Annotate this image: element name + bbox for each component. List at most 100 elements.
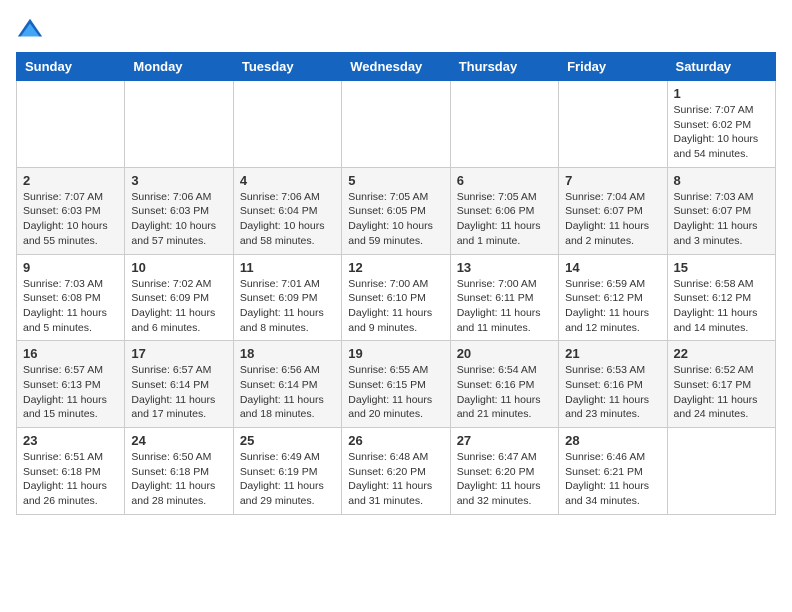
calendar-cell: 23 Sunrise: 6:51 AM Sunset: 6:18 PM Dayli… [17, 428, 125, 515]
day-info: Sunrise: 7:00 AM Sunset: 6:10 PM Dayligh… [348, 277, 443, 336]
day-info: Sunrise: 7:03 AM Sunset: 6:07 PM Dayligh… [674, 190, 769, 249]
day-info: Sunrise: 7:05 AM Sunset: 6:05 PM Dayligh… [348, 190, 443, 249]
day-number: 11 [240, 260, 335, 275]
calendar-cell: 22Sunrise: 6:52 AM Sunset: 6:17 PM Dayli… [667, 341, 775, 428]
day-info: Sunrise: 6:52 AM Sunset: 6:17 PM Dayligh… [674, 363, 769, 422]
day-info: Sunrise: 7:04 AM Sunset: 6:07 PM Dayligh… [565, 190, 660, 249]
calendar-cell [233, 81, 341, 168]
calendar-cell: 18 Sunrise: 6:56 AM Sunset: 6:14 PM Dayli… [233, 341, 341, 428]
day-number: 8 [674, 173, 769, 188]
calendar-cell: 13 Sunrise: 7:00 AM Sunset: 6:11 PM Dayli… [450, 254, 558, 341]
calendar-header-row: SundayMondayTuesdayWednesdayThursdayFrid… [17, 53, 776, 81]
weekday-header-thursday: Thursday [450, 53, 558, 81]
calendar-cell: 5 Sunrise: 7:05 AM Sunset: 6:05 PM Daylig… [342, 167, 450, 254]
calendar-cell [450, 81, 558, 168]
weekday-header-monday: Monday [125, 53, 233, 81]
calendar-cell: 10 Sunrise: 7:02 AM Sunset: 6:09 PM Dayli… [125, 254, 233, 341]
calendar-cell: 21 Sunrise: 6:53 AM Sunset: 6:16 PM Dayli… [559, 341, 667, 428]
calendar-cell: 14 Sunrise: 6:59 AM Sunset: 6:12 PM Dayli… [559, 254, 667, 341]
calendar-week-3: 9 Sunrise: 7:03 AM Sunset: 6:08 PM Daylig… [17, 254, 776, 341]
day-number: 19 [348, 346, 443, 361]
logo-icon [16, 16, 44, 44]
day-number: 20 [457, 346, 552, 361]
day-info: Sunrise: 6:56 AM Sunset: 6:14 PM Dayligh… [240, 363, 335, 422]
calendar-cell: 26 Sunrise: 6:48 AM Sunset: 6:20 PM Dayli… [342, 428, 450, 515]
day-info: Sunrise: 6:55 AM Sunset: 6:15 PM Dayligh… [348, 363, 443, 422]
day-info: Sunrise: 6:50 AM Sunset: 6:18 PM Dayligh… [131, 450, 226, 509]
day-info: Sunrise: 6:54 AM Sunset: 6:16 PM Dayligh… [457, 363, 552, 422]
calendar-week-4: 16 Sunrise: 6:57 AM Sunset: 6:13 PM Dayli… [17, 341, 776, 428]
day-number: 27 [457, 433, 552, 448]
day-number: 12 [348, 260, 443, 275]
calendar-cell: 15 Sunrise: 6:58 AM Sunset: 6:12 PM Dayli… [667, 254, 775, 341]
day-number: 15 [674, 260, 769, 275]
day-number: 23 [23, 433, 118, 448]
day-info: Sunrise: 6:51 AM Sunset: 6:18 PM Dayligh… [23, 450, 118, 509]
day-number: 10 [131, 260, 226, 275]
day-info: Sunrise: 6:47 AM Sunset: 6:20 PM Dayligh… [457, 450, 552, 509]
day-info: Sunrise: 6:46 AM Sunset: 6:21 PM Dayligh… [565, 450, 660, 509]
calendar-cell [17, 81, 125, 168]
calendar-cell: 11 Sunrise: 7:01 AM Sunset: 6:09 PM Dayli… [233, 254, 341, 341]
calendar-cell: 17Sunrise: 6:57 AM Sunset: 6:14 PM Dayli… [125, 341, 233, 428]
day-info: Sunrise: 6:57 AM Sunset: 6:13 PM Dayligh… [23, 363, 118, 422]
weekday-header-sunday: Sunday [17, 53, 125, 81]
day-info: Sunrise: 7:07 AM Sunset: 6:02 PM Dayligh… [674, 103, 769, 162]
day-info: Sunrise: 6:53 AM Sunset: 6:16 PM Dayligh… [565, 363, 660, 422]
day-info: Sunrise: 6:58 AM Sunset: 6:12 PM Dayligh… [674, 277, 769, 336]
day-number: 5 [348, 173, 443, 188]
calendar-cell: 8 Sunrise: 7:03 AM Sunset: 6:07 PM Daylig… [667, 167, 775, 254]
day-number: 9 [23, 260, 118, 275]
day-info: Sunrise: 7:06 AM Sunset: 6:03 PM Dayligh… [131, 190, 226, 249]
logo [16, 16, 48, 44]
calendar-cell: 19 Sunrise: 6:55 AM Sunset: 6:15 PM Dayli… [342, 341, 450, 428]
weekday-header-friday: Friday [559, 53, 667, 81]
calendar-cell: 16 Sunrise: 6:57 AM Sunset: 6:13 PM Dayli… [17, 341, 125, 428]
day-info: Sunrise: 6:59 AM Sunset: 6:12 PM Dayligh… [565, 277, 660, 336]
day-info: Sunrise: 7:01 AM Sunset: 6:09 PM Dayligh… [240, 277, 335, 336]
day-info: Sunrise: 6:48 AM Sunset: 6:20 PM Dayligh… [348, 450, 443, 509]
day-number: 6 [457, 173, 552, 188]
calendar-cell: 20 Sunrise: 6:54 AM Sunset: 6:16 PM Dayli… [450, 341, 558, 428]
weekday-header-tuesday: Tuesday [233, 53, 341, 81]
weekday-header-wednesday: Wednesday [342, 53, 450, 81]
calendar-cell: 1 Sunrise: 7:07 AM Sunset: 6:02 PM Daylig… [667, 81, 775, 168]
day-info: Sunrise: 7:07 AM Sunset: 6:03 PM Dayligh… [23, 190, 118, 249]
calendar-cell: 2 Sunrise: 7:07 AM Sunset: 6:03 PM Daylig… [17, 167, 125, 254]
day-number: 4 [240, 173, 335, 188]
day-number: 7 [565, 173, 660, 188]
day-number: 2 [23, 173, 118, 188]
day-number: 21 [565, 346, 660, 361]
calendar-cell [667, 428, 775, 515]
calendar-cell [559, 81, 667, 168]
calendar-week-2: 2 Sunrise: 7:07 AM Sunset: 6:03 PM Daylig… [17, 167, 776, 254]
calendar-cell: 12 Sunrise: 7:00 AM Sunset: 6:10 PM Dayli… [342, 254, 450, 341]
day-number: 14 [565, 260, 660, 275]
day-info: Sunrise: 7:06 AM Sunset: 6:04 PM Dayligh… [240, 190, 335, 249]
weekday-header-saturday: Saturday [667, 53, 775, 81]
calendar-cell: 7 Sunrise: 7:04 AM Sunset: 6:07 PM Daylig… [559, 167, 667, 254]
day-number: 13 [457, 260, 552, 275]
day-number: 28 [565, 433, 660, 448]
day-number: 1 [674, 86, 769, 101]
day-number: 16 [23, 346, 118, 361]
calendar-cell: 24 Sunrise: 6:50 AM Sunset: 6:18 PM Dayli… [125, 428, 233, 515]
calendar-table: SundayMondayTuesdayWednesdayThursdayFrid… [16, 52, 776, 515]
day-info: Sunrise: 7:02 AM Sunset: 6:09 PM Dayligh… [131, 277, 226, 336]
day-info: Sunrise: 7:05 AM Sunset: 6:06 PM Dayligh… [457, 190, 552, 249]
day-info: Sunrise: 7:00 AM Sunset: 6:11 PM Dayligh… [457, 277, 552, 336]
calendar-cell [342, 81, 450, 168]
calendar-cell: 25 Sunrise: 6:49 AM Sunset: 6:19 PM Dayli… [233, 428, 341, 515]
calendar-cell: 27 Sunrise: 6:47 AM Sunset: 6:20 PM Dayli… [450, 428, 558, 515]
day-number: 24 [131, 433, 226, 448]
day-info: Sunrise: 6:49 AM Sunset: 6:19 PM Dayligh… [240, 450, 335, 509]
calendar-cell: 6 Sunrise: 7:05 AM Sunset: 6:06 PM Daylig… [450, 167, 558, 254]
calendar-week-5: 23 Sunrise: 6:51 AM Sunset: 6:18 PM Dayli… [17, 428, 776, 515]
day-info: Sunrise: 7:03 AM Sunset: 6:08 PM Dayligh… [23, 277, 118, 336]
calendar-cell: 9 Sunrise: 7:03 AM Sunset: 6:08 PM Daylig… [17, 254, 125, 341]
day-number: 18 [240, 346, 335, 361]
calendar-cell [125, 81, 233, 168]
calendar-cell: 4 Sunrise: 7:06 AM Sunset: 6:04 PM Daylig… [233, 167, 341, 254]
day-number: 25 [240, 433, 335, 448]
day-number: 26 [348, 433, 443, 448]
